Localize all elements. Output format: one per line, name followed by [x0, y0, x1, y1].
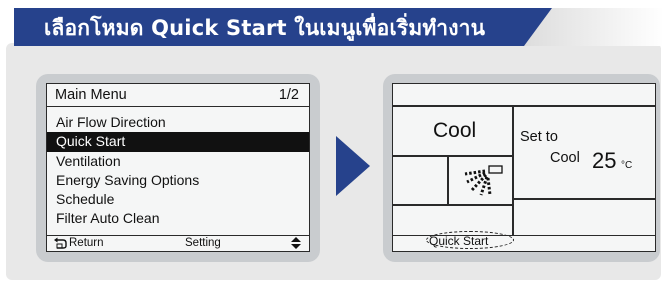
set-to-label: Set to: [520, 129, 558, 145]
temperature-unit: °C: [621, 160, 633, 171]
menu-list: Air Flow Direction Quick Start Ventilati…: [47, 113, 309, 229]
chevron-right-icon: [336, 136, 370, 196]
banner: เลือกโหมด Quick Start ในเมนูเพื่อเริ่มทำ…: [14, 0, 664, 46]
divider: [512, 105, 514, 236]
divider: [393, 105, 655, 107]
menu-item-schedule[interactable]: Schedule: [47, 190, 309, 209]
return-label: Return: [69, 237, 104, 249]
quick-start-status: Quick Start: [429, 234, 489, 248]
remote-controller-status: Cool Set to Cool 25 °C Quick Start: [383, 74, 660, 262]
menu-screen: Main Menu 1/2 Air Flow Direction Quick S…: [46, 83, 310, 252]
status-screen: Cool Set to Cool 25 °C Quick Start: [392, 83, 656, 252]
set-mode: Cool: [550, 150, 580, 166]
menu-item-quick-start[interactable]: Quick Start: [47, 132, 309, 152]
divider: [512, 198, 655, 200]
setting-label[interactable]: Setting: [185, 237, 221, 249]
divider: [447, 155, 449, 204]
return-icon: [54, 237, 67, 249]
menu-item-filter-auto-clean[interactable]: Filter Auto Clean: [47, 209, 309, 228]
banner-title: เลือกโหมด Quick Start ในเมนูเพื่อเริ่มทำ…: [44, 16, 486, 40]
menu-footer: Return Setting: [47, 235, 309, 251]
up-down-arrows-icon[interactable]: [291, 237, 301, 250]
menu-header: Main Menu 1/2: [47, 84, 309, 107]
divider: [393, 204, 512, 206]
menu-item-ventilation[interactable]: Ventilation: [47, 152, 309, 171]
current-mode: Cool: [433, 119, 477, 142]
set-temperature: 25: [592, 148, 617, 173]
menu-item-energy-saving-options[interactable]: Energy Saving Options: [47, 171, 309, 190]
return-button[interactable]: Return: [53, 237, 104, 249]
divider: [393, 155, 512, 157]
airflow-icon: [464, 165, 503, 196]
menu-title: Main Menu: [55, 87, 127, 103]
remote-controller-menu: Main Menu 1/2 Air Flow Direction Quick S…: [36, 74, 320, 262]
menu-item-air-flow-direction[interactable]: Air Flow Direction: [47, 113, 309, 132]
menu-page-indicator: 1/2: [278, 87, 299, 103]
